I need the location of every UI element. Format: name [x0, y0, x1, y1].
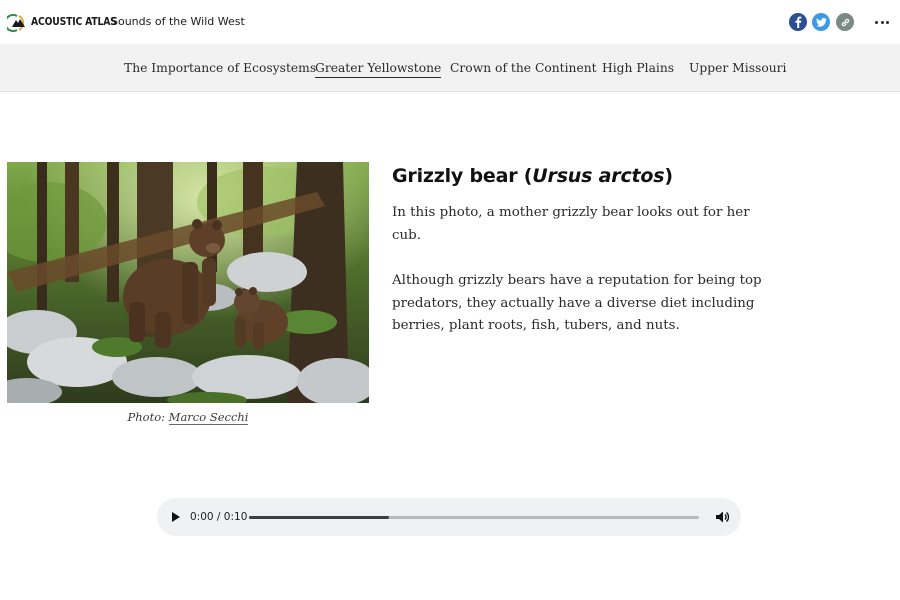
nav-item-importance-of-ecosystems[interactable]: The Importance of Ecosystems — [124, 61, 316, 77]
logo-mark-icon — [7, 14, 25, 32]
facebook-share-button[interactable] — [789, 13, 807, 31]
forest-scene-image — [7, 162, 369, 403]
audio-player: 0:00 / 0:10 — [157, 498, 741, 536]
brand-name: ACOUSTIC ATLAS — [31, 16, 117, 28]
site-title[interactable]: Sounds of the Wild West — [111, 15, 245, 28]
photographer-link[interactable]: Marco Secchi — [168, 410, 249, 425]
audio-progress-fill — [249, 516, 389, 519]
audio-time-display: 0:00 / 0:10 — [190, 511, 248, 523]
twitter-icon — [815, 17, 827, 27]
nav-item-upper-missouri[interactable]: Upper Missouri — [689, 61, 786, 77]
photo-caption: Photo: Marco Secchi — [7, 410, 369, 425]
heading-common-name: Grizzly bear ( — [392, 165, 533, 187]
more-dot — [880, 20, 884, 24]
description-paragraph-2: Although grizzly bears have a reputation… — [392, 273, 762, 333]
species-heading: Grizzly bear (Ursus arctos) — [392, 165, 673, 187]
volume-icon[interactable] — [715, 510, 729, 524]
section-nav: The Importance of Ecosystems Greater Yel… — [0, 44, 900, 92]
facebook-icon — [795, 16, 802, 28]
nav-item-greater-yellowstone[interactable]: Greater Yellowstone — [315, 61, 442, 78]
heading-close-paren: ) — [664, 165, 673, 187]
copy-link-button[interactable] — [836, 13, 854, 31]
twitter-share-button[interactable] — [812, 13, 830, 31]
nav-item-high-plains[interactable]: High Plains — [602, 61, 674, 77]
more-dot — [875, 20, 878, 24]
more-options-button[interactable] — [872, 12, 892, 32]
description-paragraph-1: In this photo, a mother grizzly bear loo… — [392, 205, 750, 243]
site-header: ACOUSTIC ATLAS Sounds of the Wild West — [0, 0, 900, 44]
link-icon — [841, 18, 849, 26]
nav-item-crown-of-the-continent[interactable]: Crown of the Continent — [450, 61, 597, 77]
heading-scientific-name: Ursus arctos — [532, 165, 665, 187]
caption-prefix: Photo: — [127, 410, 169, 424]
play-icon[interactable] — [171, 511, 181, 523]
grizzly-bear-photo — [7, 162, 369, 403]
audio-progress-bar[interactable] — [249, 516, 699, 519]
more-dot — [886, 20, 889, 24]
